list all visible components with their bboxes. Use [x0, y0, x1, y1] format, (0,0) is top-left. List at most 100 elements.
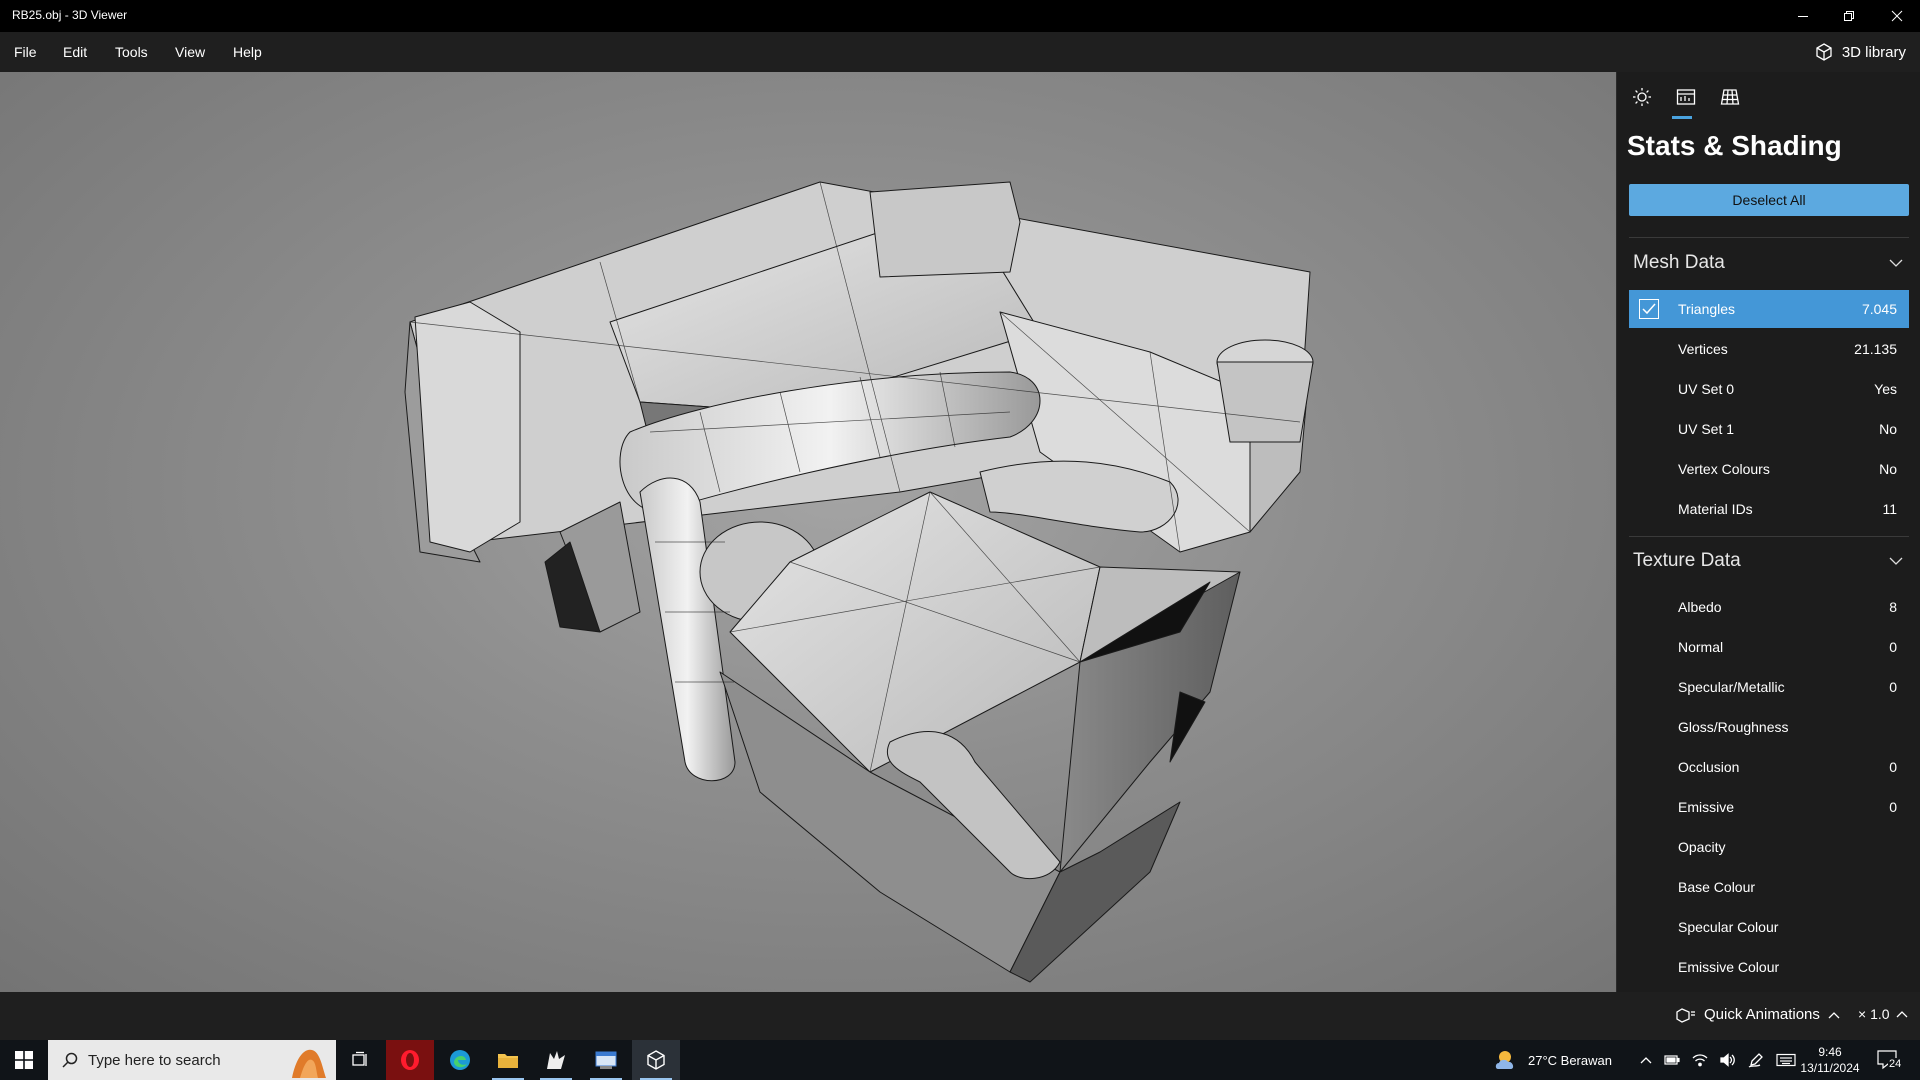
- texture-row-specular-colour[interactable]: Specular Colour: [1629, 908, 1909, 946]
- row-label: Triangles: [1678, 301, 1736, 317]
- checkbox[interactable]: [1639, 299, 1659, 319]
- stats-icon: [1676, 89, 1696, 105]
- row-label: Occlusion: [1678, 759, 1740, 775]
- row-value: 0: [1889, 679, 1897, 695]
- taskbar-3d-viewer[interactable]: [632, 1040, 680, 1080]
- texture-row-normal[interactable]: Normal 0: [1629, 628, 1909, 666]
- tab-lighting[interactable]: [1629, 84, 1655, 110]
- row-label: Gloss/Roughness: [1678, 719, 1789, 735]
- row-label: UV Set 0: [1678, 381, 1735, 397]
- pen-icon[interactable]: [1748, 1052, 1764, 1068]
- tab-stats[interactable]: [1673, 84, 1699, 110]
- row-value: No: [1879, 461, 1897, 477]
- row-value: 0: [1889, 799, 1897, 815]
- row-label: Material IDs: [1678, 501, 1753, 517]
- taskbar-edge[interactable]: [436, 1040, 484, 1080]
- minimize-button[interactable]: [1780, 0, 1826, 32]
- wolf-app-icon: [547, 1051, 565, 1069]
- menu-edit[interactable]: Edit: [63, 44, 87, 60]
- row-label: Opacity: [1678, 839, 1726, 855]
- taskbar-file-explorer[interactable]: [484, 1040, 532, 1080]
- close-button[interactable]: [1874, 0, 1920, 32]
- wifi-icon[interactable]: [1692, 1053, 1708, 1067]
- playback-speed-button[interactable]: × 1.0: [1858, 1006, 1908, 1022]
- restore-button[interactable]: [1826, 0, 1872, 32]
- menu-help[interactable]: Help: [233, 44, 262, 60]
- deselect-all-button[interactable]: Deselect All: [1629, 184, 1909, 216]
- checkmark-icon: [1642, 303, 1656, 315]
- mesh-row-uv-set-1[interactable]: UV Set 1 No: [1629, 410, 1909, 448]
- mesh-row-vertices[interactable]: Vertices 21.135: [1629, 330, 1909, 368]
- menu-view[interactable]: View: [175, 44, 205, 60]
- mesh-row-vertex-colours[interactable]: Vertex Colours No: [1629, 450, 1909, 488]
- chevron-down-icon: [1889, 259, 1903, 267]
- taskbar-app-window[interactable]: [582, 1040, 630, 1080]
- active-tab-indicator: [1672, 116, 1692, 119]
- divider: [1629, 536, 1909, 537]
- weather-widget[interactable]: 27°C Berawan: [1494, 1040, 1612, 1080]
- row-label: Emissive Colour: [1678, 959, 1780, 975]
- stats-shading-panel: Stats & Shading Deselect All Mesh Data T…: [1616, 72, 1920, 992]
- weather-label: 27°C Berawan: [1528, 1052, 1612, 1068]
- row-label: Albedo: [1678, 599, 1722, 615]
- sun-icon: [1633, 88, 1651, 106]
- battery-icon[interactable]: [1664, 1054, 1680, 1066]
- task-view-icon: [352, 1051, 367, 1066]
- texture-row-emissive[interactable]: Emissive 0: [1629, 788, 1909, 826]
- chevron-up-icon[interactable]: [1640, 1056, 1652, 1064]
- start-button[interactable]: [0, 1040, 48, 1080]
- taskbar-app-wolf[interactable]: [532, 1040, 580, 1080]
- restore-icon: [1844, 11, 1854, 21]
- date-label: 13/11/2024: [1800, 1061, 1860, 1075]
- window-title: RB25.obj - 3D Viewer: [12, 8, 128, 22]
- texture-row-albedo[interactable]: Albedo 8: [1629, 588, 1909, 626]
- row-label: Specular/Metallic: [1678, 679, 1785, 695]
- partly-cloudy-icon: [1495, 1051, 1514, 1069]
- texture-row-emissive-colour[interactable]: Emissive Colour: [1629, 948, 1909, 986]
- volume-icon[interactable]: [1720, 1053, 1736, 1067]
- task-view-button[interactable]: [336, 1040, 384, 1080]
- texture-row-gloss-roughness[interactable]: Gloss/Roughness: [1629, 708, 1909, 746]
- texture-row-base-colour[interactable]: Base Colour: [1629, 868, 1909, 906]
- taskbar-opera[interactable]: [386, 1040, 434, 1080]
- menu-file[interactable]: File: [14, 44, 37, 60]
- cube-icon: [1816, 43, 1832, 61]
- status-bar: Quick Animations × 1.0: [0, 992, 1920, 1040]
- row-value: 8: [1889, 599, 1897, 615]
- mesh-row-uv-set-0[interactable]: UV Set 0 Yes: [1629, 370, 1909, 408]
- chevron-up-icon: [1828, 1011, 1840, 1018]
- mesh-data-header[interactable]: Mesh Data: [1629, 248, 1909, 278]
- minimize-icon: [1798, 16, 1808, 17]
- taskbar-search-box[interactable]: Type here to search: [48, 1040, 336, 1080]
- row-label: Vertex Colours: [1678, 461, 1770, 477]
- 3d-viewport[interactable]: [0, 72, 1616, 992]
- 3d-library-button[interactable]: 3D library: [1814, 41, 1906, 63]
- 3d-library-label: 3D library: [1841, 43, 1906, 61]
- opera-icon: [401, 1050, 419, 1070]
- tab-grid[interactable]: [1717, 84, 1743, 110]
- texture-row-opacity[interactable]: Opacity: [1629, 828, 1909, 866]
- notification-center-button[interactable]: 24: [1876, 1040, 1903, 1080]
- row-label: Specular Colour: [1678, 919, 1779, 935]
- time-label: 9:46: [1818, 1045, 1842, 1059]
- taskbar: Type here to search 27°C Berawan 9:46 13…: [0, 1040, 1920, 1080]
- clock[interactable]: 9:46 13/11/2024: [1794, 1044, 1866, 1076]
- keyboard-icon[interactable]: [1776, 1053, 1796, 1067]
- search-highlight-icon: [292, 1049, 326, 1078]
- menu-tools[interactable]: Tools: [115, 44, 148, 60]
- engine-model-render[interactable]: [0, 72, 1616, 992]
- texture-row-occlusion[interactable]: Occlusion 0: [1629, 748, 1909, 786]
- quick-animations-button[interactable]: Quick Animations: [1676, 1006, 1840, 1023]
- texture-data-title: Texture Data: [1633, 550, 1741, 571]
- title-bar: RB25.obj - 3D Viewer: [0, 0, 1920, 32]
- row-value: 7.045: [1861, 301, 1897, 317]
- row-value: 11: [1882, 501, 1897, 517]
- chevron-down-icon: [1889, 557, 1903, 565]
- mesh-row-triangles[interactable]: Triangles 7.045: [1629, 290, 1909, 328]
- mesh-row-material-ids[interactable]: Material IDs 11: [1629, 490, 1909, 528]
- 3d-viewer-icon: [647, 1050, 665, 1070]
- grid-icon: [1720, 89, 1740, 105]
- animation-icon: [1676, 1007, 1695, 1023]
- texture-data-header[interactable]: Texture Data: [1629, 546, 1909, 576]
- texture-row-specular-metallic[interactable]: Specular/Metallic 0: [1629, 668, 1909, 706]
